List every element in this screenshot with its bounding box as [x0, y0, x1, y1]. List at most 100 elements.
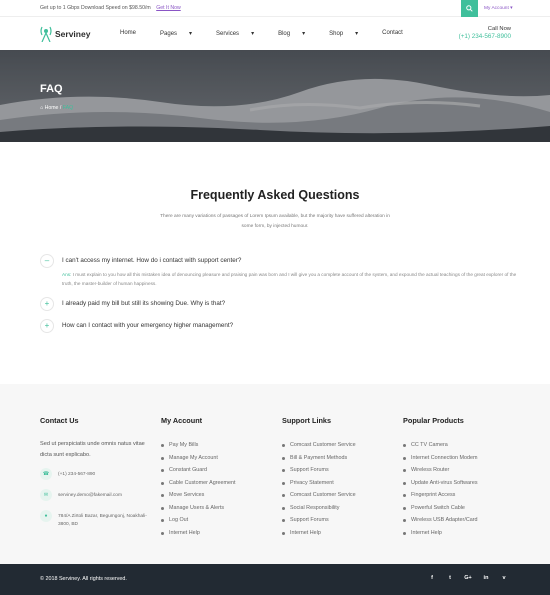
call-now-label: Call Now — [487, 26, 511, 32]
faq-question[interactable]: I already paid my bill but still its sho… — [62, 300, 225, 307]
footer-popular-products: Popular Products CC TV Camera Internet C… — [403, 416, 478, 539]
footer-link[interactable]: Internet Help — [161, 527, 236, 540]
footer-link[interactable]: Support Forums — [282, 514, 356, 527]
google-plus-icon[interactable]: G+ — [463, 575, 473, 581]
nav-item-pages[interactable]: Pages ▾ — [160, 30, 204, 37]
plus-icon[interactable]: + — [40, 319, 54, 333]
nav-item-services[interactable]: Services ▾ — [216, 30, 266, 37]
footer-link[interactable]: Wireless USB Adapter/Card — [403, 514, 478, 527]
page: Get up to 1 Gbps Download Speed on $98.5… — [0, 0, 550, 595]
footer-link[interactable]: Internet Connection Modem — [403, 452, 478, 465]
answer-label: Ans: — [62, 272, 72, 277]
contact-email-text[interactable]: serviney.demo@fakemail.com — [58, 492, 148, 500]
chevron-down-icon: ▾ — [355, 31, 359, 37]
footer-link[interactable]: Support Forums — [282, 464, 356, 477]
footer-heading: Contact Us — [40, 416, 79, 425]
contact-phone-text[interactable]: (+1) 234-567-890 — [58, 471, 148, 479]
chevron-down-icon: ▾ — [251, 31, 255, 37]
footer-link[interactable]: Privacy Statement — [282, 477, 356, 490]
footer-link[interactable]: Internet Help — [282, 527, 356, 540]
contact-address: ● 784/A Zirtoli Bazar, Begumgonj, Noakha… — [40, 510, 150, 530]
nav-item-label: Home — [120, 30, 137, 36]
copyright-text: © 2018 Serviney. All rights reserved. — [40, 576, 127, 582]
footer-link[interactable]: Internet Help — [403, 527, 478, 540]
map-pin-icon: ● — [40, 510, 52, 522]
footer-link[interactable]: Move Services — [161, 489, 236, 502]
nav-item-blog[interactable]: Blog ▾ — [278, 30, 317, 37]
nav-item-label: Contact — [382, 30, 403, 36]
minus-icon[interactable]: – — [40, 254, 54, 268]
footer-my-account: My Account Pay My Bills Manage My Accoun… — [161, 416, 236, 539]
breadcrumb-home[interactable]: Home — [45, 105, 59, 111]
nav-item-label: Services — [216, 31, 240, 37]
plus-icon[interactable]: + — [40, 297, 54, 311]
contact-email: ✉ serviney.demo@fakemail.com — [40, 489, 150, 509]
footer-heading: Popular Products — [403, 416, 464, 425]
page-hero: FAQ ⌂ Home / FAQ — [0, 50, 550, 142]
faq-question[interactable]: How can I contact with your emergency hi… — [62, 322, 233, 329]
footer-link[interactable]: Powerful Switch Cable — [403, 502, 478, 515]
footer-heading: My Account — [161, 416, 203, 425]
footer-link-list: Comcast Customer Service Bill & Payment … — [282, 439, 356, 539]
footer-link[interactable]: Comcast Customer Service — [282, 439, 356, 452]
nav-item-contact[interactable]: Contact — [382, 30, 415, 37]
footer-support-links: Support Links Comcast Customer Service B… — [282, 416, 356, 539]
footer-heading: Support Links — [282, 416, 332, 425]
brand-name: Serviney — [55, 29, 91, 39]
footer: Contact Us Sed ut perspiciatis unde omni… — [0, 384, 550, 564]
my-account-dropdown[interactable]: My Account ▾ — [484, 6, 513, 11]
mail-icon: ✉ — [40, 489, 52, 501]
footer-link[interactable]: Manage My Account — [161, 452, 236, 465]
twitter-icon[interactable]: t — [445, 575, 455, 581]
main-nav: Serviney Home Pages ▾ Services ▾ Blog ▾ Sho… — [0, 17, 550, 50]
footer-about: Sed ut perspiciatis unde omnis natus vit… — [40, 441, 145, 458]
phone-icon: ☎ — [40, 468, 52, 480]
faq-question[interactable]: I can't access my internet. How do i con… — [62, 257, 241, 264]
footer-link-list: Pay My Bills Manage My Account Constant … — [161, 439, 236, 539]
chevron-down-icon: ▾ — [302, 31, 306, 37]
search-button[interactable] — [461, 0, 478, 17]
breadcrumb: ⌂ Home / FAQ — [40, 105, 73, 111]
promo-text: Get up to 1 Gbps Download Speed on $98.5… — [40, 5, 181, 11]
contact-phone: ☎ (+1) 234-567-890 — [40, 468, 150, 488]
footer-link[interactable]: Comcast Customer Service — [282, 489, 356, 502]
footer-link-list: CC TV Camera Internet Connection Modem W… — [403, 439, 478, 539]
footer-link[interactable]: Update Anti-virus Softwares — [403, 477, 478, 490]
logo[interactable]: Serviney — [39, 25, 99, 42]
social-links: f t G+ in v — [427, 575, 517, 581]
breadcrumb-current: FAQ — [62, 105, 74, 111]
footer-link[interactable]: Log Out — [161, 514, 236, 527]
nav-item-home[interactable]: Home — [120, 30, 148, 37]
footer-link[interactable]: Constant Guard — [161, 464, 236, 477]
facebook-icon[interactable]: f — [427, 575, 437, 581]
copyright-bar: © 2018 Serviney. All rights reserved. f … — [0, 564, 550, 595]
answer-text: I must explain to you how all this mista… — [62, 272, 517, 286]
nav-item-shop[interactable]: Shop ▾ — [329, 30, 370, 37]
nav-item-label: Pages — [160, 31, 178, 37]
nav-menu: Home Pages ▾ Services ▾ Blog ▾ Shop ▾ Contac… — [120, 30, 427, 37]
promo-message: Get up to 1 Gbps Download Speed on $98.5… — [40, 5, 151, 11]
logo-icon — [40, 26, 52, 42]
linkedin-icon[interactable]: in — [481, 575, 491, 581]
footer-link[interactable]: Manage Users & Alerts — [161, 502, 236, 515]
faq-title: Frequently Asked Questions — [190, 188, 360, 202]
footer-link[interactable]: CC TV Camera — [403, 439, 478, 452]
page-title: FAQ — [40, 83, 63, 95]
breadcrumb-separator: / — [59, 105, 62, 111]
footer-link[interactable]: Pay My Bills — [161, 439, 236, 452]
footer-link[interactable]: Wireless Router — [403, 464, 478, 477]
nav-item-label: Blog — [278, 31, 291, 37]
call-now: Call Now (+1) 234-567-8900 — [459, 26, 511, 40]
top-bar: Get up to 1 Gbps Download Speed on $98.5… — [0, 0, 550, 17]
footer-link[interactable]: Social Responsibility — [282, 502, 356, 515]
promo-link[interactable]: Get It Now — [156, 5, 181, 11]
contact-address-text: 784/A Zirtoli Bazar, Begumgonj, Noakhali… — [58, 514, 147, 527]
search-icon — [466, 5, 473, 12]
footer-link[interactable]: Fingerprint Access — [403, 489, 478, 502]
footer-link[interactable]: Cable Customer Agreement — [161, 477, 236, 490]
call-now-phone[interactable]: (+1) 234-567-8900 — [459, 33, 511, 40]
footer-link[interactable]: Bill & Payment Methods — [282, 452, 356, 465]
home-icon: ⌂ — [40, 105, 44, 111]
vimeo-icon[interactable]: v — [499, 575, 509, 581]
hero-background-image — [0, 50, 550, 142]
